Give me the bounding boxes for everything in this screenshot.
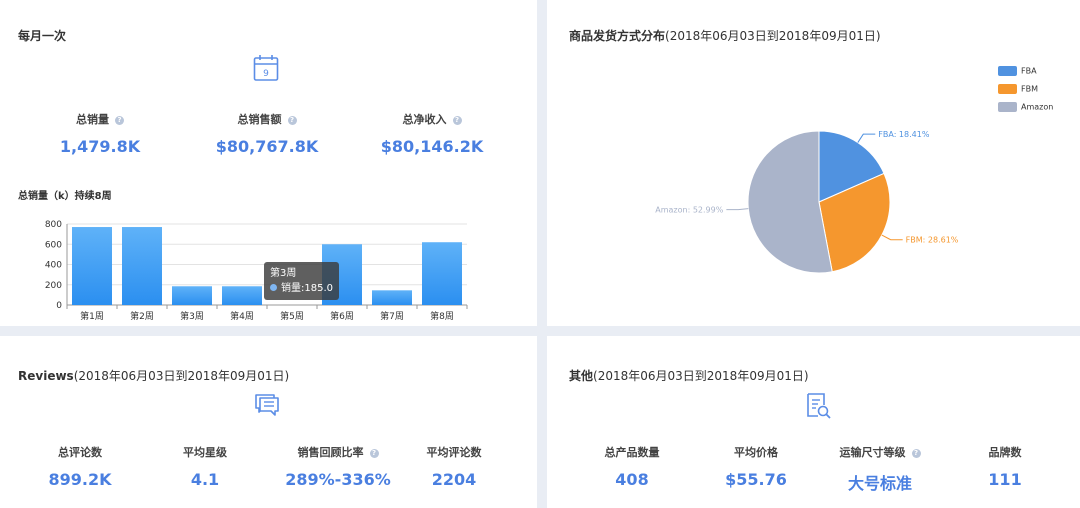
x-tick-label: 第7周 <box>380 310 404 322</box>
reviews-date-range: (2018年06月03日到2018年09月01日) <box>73 369 290 383</box>
x-tick-label: 第4周 <box>230 310 254 322</box>
bar[interactable] <box>372 290 412 305</box>
metric-label: 总净收入 <box>402 113 447 126</box>
reviews-title: Reviews(2018年06月03日到2018年09月01日) <box>18 367 289 384</box>
metric-value: $80,767.8K <box>215 137 319 156</box>
x-tick-label: 第1周 <box>80 310 104 322</box>
metric-value: 4.1 <box>190 470 220 489</box>
tooltip-dot <box>270 284 277 291</box>
tooltip-value: 185.0 <box>304 283 334 294</box>
x-tick-label: 第5周 <box>280 310 304 322</box>
help-icon[interactable]: ? <box>115 115 124 125</box>
metric-label: 总销量 <box>76 113 109 126</box>
y-tick-label: 800 <box>45 220 62 230</box>
metric-label: 总产品数量 <box>604 446 660 459</box>
document-search-icon <box>806 392 832 424</box>
metric-total-reviews: 总评论数 899.2K <box>20 444 140 489</box>
metric-label: 平均星级 <box>183 446 227 459</box>
help-icon[interactable]: ? <box>911 448 921 458</box>
x-tick-label: 第2周 <box>130 310 154 322</box>
chat-icon <box>254 393 280 421</box>
calendar-day: 9 <box>263 69 269 79</box>
fulfillment-pie-chart: FBA: 18.41% FBM: 28.61% Amazon: 52.99% <box>655 130 959 274</box>
pie-slice-label: Amazon: 52.99% <box>655 206 723 215</box>
y-tick-label: 600 <box>45 240 62 250</box>
metric-label: 销售回顾比率 <box>297 446 364 459</box>
bar[interactable] <box>172 286 212 305</box>
bar[interactable] <box>122 227 162 305</box>
metric-label: 品牌数 <box>988 446 1022 459</box>
pie-label-line <box>881 234 903 241</box>
metric-avg-rating: 平均星级 4.1 <box>145 444 265 489</box>
x-tick-label: 第6周 <box>330 310 354 322</box>
metric-value: 2204 <box>431 470 477 489</box>
metric-value: 1,479.8K <box>59 137 141 156</box>
others-panel: 其他(2018年06月03日到2018年09月01日) 总产品数量 408 平均… <box>547 336 1080 508</box>
bar-tooltip: 第3周 销量:185.0 <box>264 262 340 300</box>
pie-slice-label: FBM: 28.61% <box>906 236 959 245</box>
metric-label: 运输尺寸等级 <box>839 446 906 459</box>
metric-avg-reviews: 平均评论数 2204 <box>394 444 514 489</box>
monthly-title: 每月一次 <box>18 29 67 43</box>
others-title: 其他(2018年06月03日到2018年09月01日) <box>569 367 809 384</box>
pie-slice-label: FBA: 18.41% <box>878 130 930 139</box>
y-tick-label: 200 <box>45 281 62 291</box>
y-tick-label: 0 <box>56 301 62 311</box>
metric-value: $80,146.2K <box>380 137 484 156</box>
metric-label: 平均评论数 <box>426 446 482 459</box>
help-icon[interactable]: ? <box>452 115 462 125</box>
help-icon[interactable]: ? <box>369 448 379 458</box>
x-tick-label: 第3周 <box>180 310 204 322</box>
metric-brand-count: 品牌数 111 <box>945 444 1065 489</box>
tooltip-series: 销量 <box>281 283 301 294</box>
metric-avg-price: 平均价格 $55.76 <box>696 444 816 489</box>
metric-total-products: 总产品数量 408 <box>572 444 692 489</box>
metric-label: 总评论数 <box>58 446 102 459</box>
reviews-title-main: Reviews <box>18 369 74 383</box>
others-title-main: 其他 <box>569 369 594 383</box>
tooltip-title: 第3周 <box>270 268 297 279</box>
bar[interactable] <box>222 286 262 305</box>
pie-label-line <box>857 133 876 143</box>
metric-total-sales: 总销量? 1,479.8K <box>30 111 170 156</box>
metric-size-tier: 运输尺寸等级? 大号标准 <box>800 444 960 494</box>
bar[interactable] <box>72 227 112 305</box>
metric-value: 408 <box>615 470 649 489</box>
x-tick-label: 第8周 <box>430 310 454 322</box>
fulfillment-panel: 商品发货方式分布(2018年06月03日到2018年09月01日) FBA FB… <box>547 0 1080 326</box>
bar-chart-title: 总销量（k）持续8周 <box>18 191 112 202</box>
metric-total-revenue: 总销售额? $80,767.8K <box>187 111 347 156</box>
help-icon[interactable]: ? <box>287 115 297 125</box>
metric-value: 大号标准 <box>847 474 912 493</box>
y-tick-label: 400 <box>45 261 62 271</box>
pie-label-line <box>726 208 749 211</box>
reviews-panel: Reviews(2018年06月03日到2018年09月01日) 总评论数 89… <box>0 336 537 508</box>
metric-value: $55.76 <box>725 470 787 489</box>
calendar-icon: 9 <box>253 54 279 86</box>
metric-label: 平均价格 <box>734 446 778 459</box>
metric-label: 总销售额 <box>237 113 282 126</box>
monthly-panel: 每月一次 9 总销量? 1,479.8K 总销售额? $80,767.8K 总净… <box>0 0 537 326</box>
others-date-range: (2018年06月03日到2018年09月01日) <box>593 369 809 383</box>
metric-net-income: 总净收入? $80,146.2K <box>352 111 512 156</box>
metric-value: 111 <box>988 470 1022 489</box>
metric-value: 899.2K <box>48 470 112 489</box>
bar[interactable] <box>422 242 462 305</box>
